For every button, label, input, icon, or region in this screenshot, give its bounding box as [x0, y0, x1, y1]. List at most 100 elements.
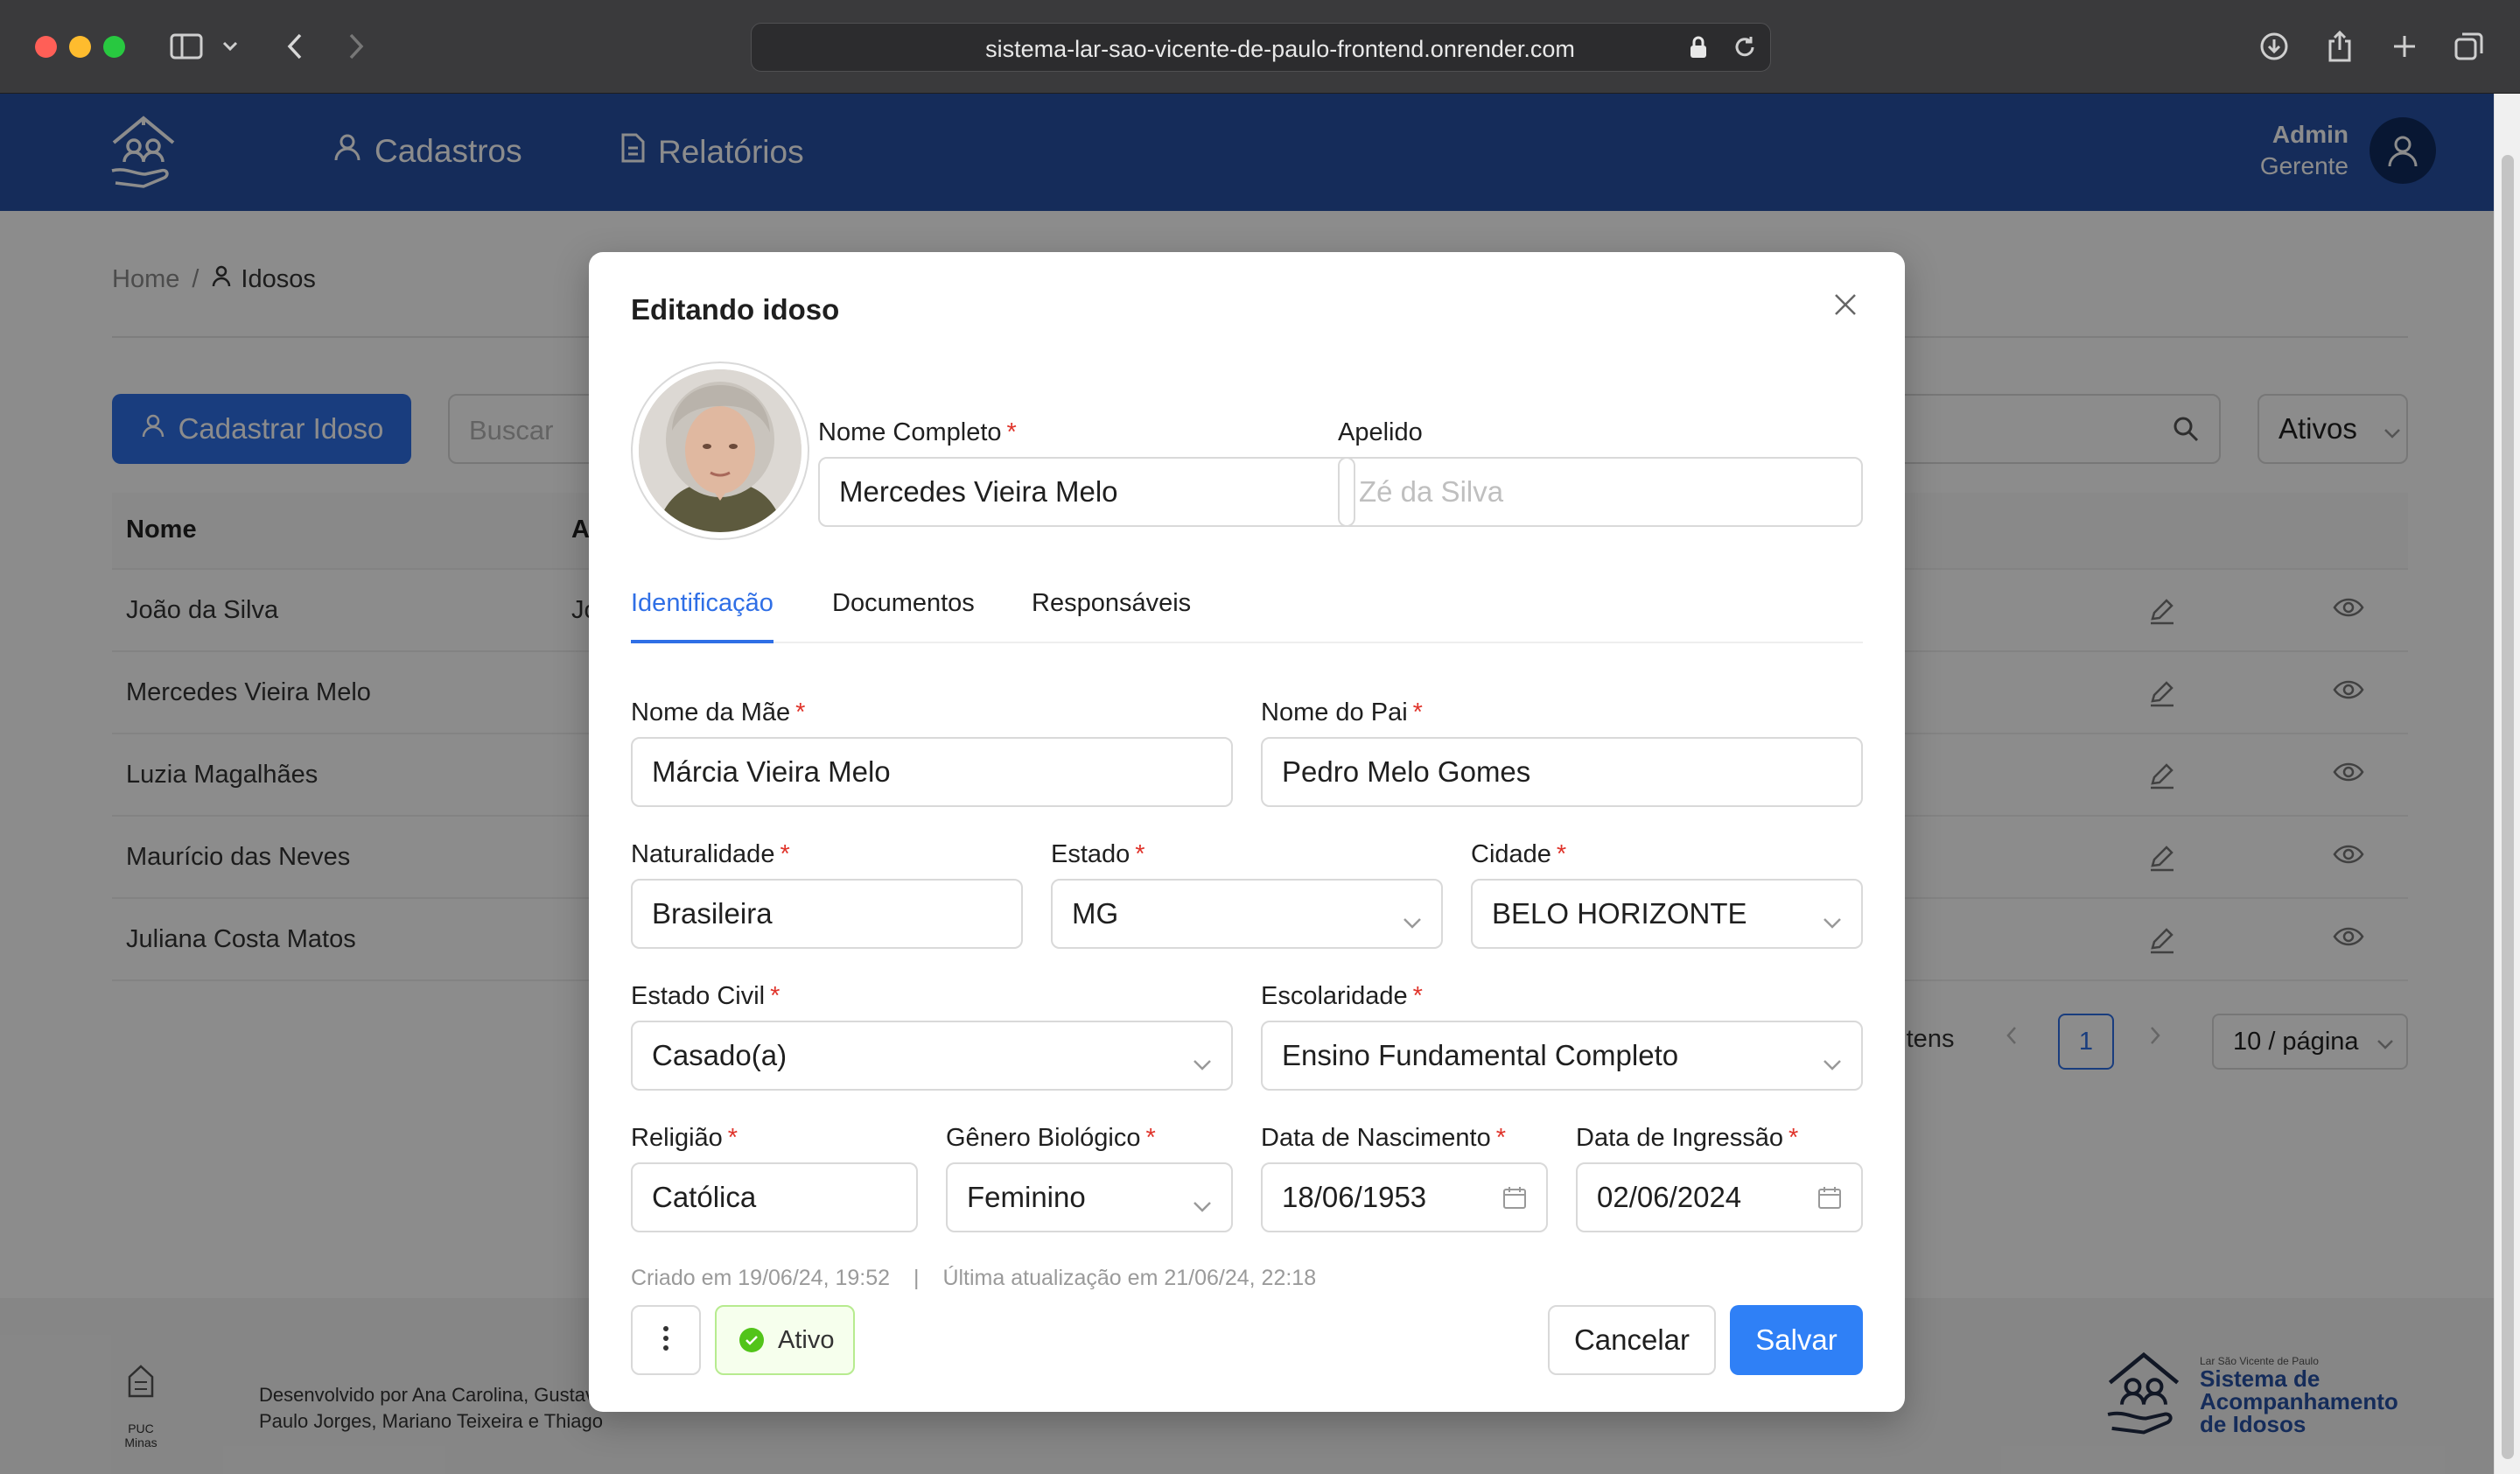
state-label: Estado [1051, 840, 1130, 868]
created-at: Criado em 19/06/24, 19:52 [631, 1266, 891, 1290]
chevron-down-icon [1193, 1187, 1212, 1220]
more-options-button[interactable] [631, 1305, 701, 1375]
sidebar-toggle-icon[interactable] [166, 26, 206, 67]
tab-overview-icon[interactable] [2449, 26, 2489, 67]
cancel-button[interactable]: Cancelar [1548, 1305, 1716, 1375]
religion-field: Religião * Católica [631, 1124, 918, 1232]
record-meta: Criado em 19/06/24, 19:52 | Última atual… [631, 1266, 1316, 1291]
share-icon[interactable] [2320, 26, 2360, 67]
edit-elderly-modal: Editando idoso Nome Completo * Mercedes V… [589, 252, 1905, 1412]
modal-tabs: Identificação Documentos Responsáveis [631, 589, 1863, 643]
forward-icon[interactable] [336, 26, 376, 67]
updated-at: Última atualização em 21/06/24, 22:18 [942, 1266, 1317, 1290]
profile-photo[interactable] [631, 361, 809, 540]
new-tab-icon[interactable] [2384, 26, 2425, 67]
father-name-field: Nome do Pai * Pedro Melo Gomes [1261, 698, 1863, 807]
admission-date-value: 02/06/2024 [1597, 1181, 1742, 1213]
full-name-field: Nome Completo * Mercedes Vieira Melo [818, 418, 1355, 527]
nationality-field: Naturalidade * Brasileira [631, 840, 1023, 949]
more-vertical-icon [662, 1325, 669, 1356]
full-name-value: Mercedes Vieira Melo [839, 475, 1118, 508]
required-mark: * [1556, 840, 1567, 868]
civil-status-field: Estado Civil * Casado(a) [631, 982, 1233, 1091]
birth-date-label: Data de Nascimento [1261, 1124, 1491, 1152]
nickname-placeholder: Zé da Silva [1359, 475, 1504, 508]
admission-date-picker[interactable]: 02/06/2024 [1576, 1162, 1863, 1232]
religion-input[interactable]: Católica [631, 1162, 918, 1232]
check-circle-icon [739, 1328, 764, 1352]
chevron-down-icon[interactable] [217, 26, 243, 67]
required-mark: * [780, 840, 790, 868]
chevron-down-icon [1403, 903, 1422, 937]
gender-field: Gênero Biológico * Feminino [946, 1124, 1233, 1232]
full-name-input[interactable]: Mercedes Vieira Melo [818, 457, 1355, 527]
religion-label: Religião [631, 1124, 723, 1152]
city-label: Cidade [1471, 840, 1551, 868]
chevron-down-icon [1823, 1045, 1842, 1078]
status-label: Ativo [778, 1325, 835, 1354]
page-scrollbar[interactable] [2494, 94, 2520, 1474]
chevron-down-icon [1193, 1045, 1212, 1078]
browser-toolbar: sistema-lar-sao-vicente-de-paulo-fronten… [0, 0, 2520, 94]
tab-responsaveis[interactable]: Responsáveis [1032, 589, 1191, 643]
calendar-icon[interactable] [1502, 1183, 1527, 1217]
required-mark: * [1006, 418, 1017, 446]
full-name-label: Nome Completo [818, 418, 1002, 446]
state-select[interactable]: MG [1051, 879, 1443, 949]
scrollbar-thumb[interactable] [2502, 155, 2514, 1459]
city-value: BELO HORIZONTE [1492, 897, 1747, 930]
back-icon[interactable] [275, 26, 315, 67]
minimize-window-button[interactable] [69, 36, 91, 58]
education-field: Escolaridade * Ensino Fundamental Complet… [1261, 982, 1863, 1091]
required-mark: * [1412, 982, 1423, 1010]
gender-label: Gênero Biológico [946, 1124, 1141, 1152]
civil-status-label: Estado Civil [631, 982, 766, 1010]
required-mark: * [795, 698, 806, 726]
reload-icon[interactable] [1732, 34, 1758, 65]
gender-select[interactable]: Feminino [946, 1162, 1233, 1232]
city-select[interactable]: BELO HORIZONTE [1471, 879, 1863, 949]
education-select[interactable]: Ensino Fundamental Completo [1261, 1021, 1863, 1091]
mother-name-input[interactable]: Márcia Vieira Melo [631, 737, 1233, 807]
close-icon[interactable] [1828, 287, 1863, 322]
birth-date-value: 18/06/1953 [1282, 1181, 1427, 1213]
required-mark: * [727, 1124, 738, 1152]
required-mark: * [1412, 698, 1423, 726]
admission-date-label: Data de Ingressão [1576, 1124, 1783, 1152]
education-value: Ensino Fundamental Completo [1282, 1039, 1679, 1071]
profile-photo-image [639, 369, 802, 532]
nationality-value: Brasileira [652, 897, 773, 930]
calendar-icon[interactable] [1817, 1183, 1842, 1217]
nickname-input[interactable]: Zé da Silva [1338, 457, 1863, 527]
status-badge[interactable]: Ativo [715, 1305, 855, 1375]
nationality-label: Naturalidade [631, 840, 775, 868]
civil-status-select[interactable]: Casado(a) [631, 1021, 1233, 1091]
father-name-input[interactable]: Pedro Melo Gomes [1261, 737, 1863, 807]
religion-value: Católica [652, 1181, 757, 1213]
tab-documentos[interactable]: Documentos [832, 589, 975, 643]
close-window-button[interactable] [35, 36, 57, 58]
birth-date-field: Data de Nascimento * 18/06/1953 [1261, 1124, 1548, 1232]
mother-name-field: Nome da Mãe * Márcia Vieira Melo [631, 698, 1233, 807]
nickname-label: Apelido [1338, 418, 1423, 446]
birth-date-picker[interactable]: 18/06/1953 [1261, 1162, 1548, 1232]
download-icon[interactable] [2254, 26, 2294, 67]
required-mark: * [1495, 1124, 1507, 1152]
save-button[interactable]: Salvar [1730, 1305, 1863, 1375]
civil-status-value: Casado(a) [652, 1039, 788, 1071]
required-mark: * [1788, 1124, 1799, 1152]
city-field: Cidade * BELO HORIZONTE [1471, 840, 1863, 949]
nationality-input[interactable]: Brasileira [631, 879, 1023, 949]
education-label: Escolaridade [1261, 982, 1408, 1010]
address-bar[interactable]: sistema-lar-sao-vicente-de-paulo-fronten… [751, 23, 1771, 72]
father-name-value: Pedro Melo Gomes [1282, 755, 1531, 788]
state-field: Estado * MG [1051, 840, 1443, 949]
url-text: sistema-lar-sao-vicente-de-paulo-fronten… [985, 36, 1575, 62]
state-value: MG [1072, 897, 1119, 930]
chevron-down-icon [1823, 903, 1842, 937]
father-name-label: Nome do Pai [1261, 698, 1408, 726]
mother-name-value: Márcia Vieira Melo [652, 755, 891, 788]
zoom-window-button[interactable] [103, 36, 125, 58]
required-mark: * [770, 982, 780, 1010]
tab-identificacao[interactable]: Identificação [631, 589, 774, 643]
